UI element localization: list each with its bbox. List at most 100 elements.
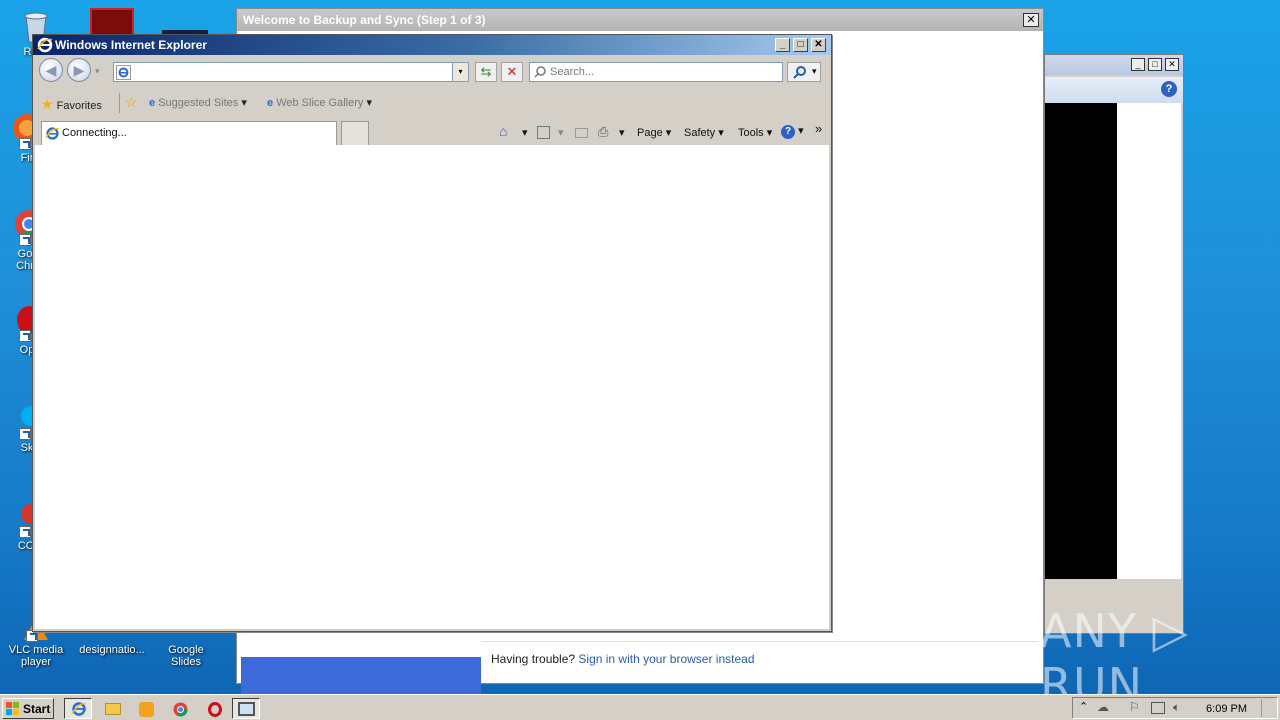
shortcut-arrow-icon — [19, 138, 31, 150]
add-to-favorites-icon[interactable]: ☆ — [125, 94, 138, 111]
tab-connecting[interactable]: Connecting... — [41, 121, 337, 145]
window-title: Welcome to Backup and Sync (Step 1 of 3) — [237, 9, 1043, 31]
show-hidden-icons-button[interactable]: ⌃ — [1079, 700, 1088, 713]
taskbar-backup-sync-button[interactable] — [232, 698, 260, 719]
tab-bar: Connecting... ⌂ ▾ ▾ ⎙ ▾ Page ▾ Safety ▾ … — [33, 119, 831, 145]
suggested-sites-label: Suggested Sites — [158, 97, 239, 109]
ie-logo-icon — [37, 37, 53, 53]
refresh-button[interactable]: ⇆ — [475, 62, 497, 82]
folder-icon — [105, 703, 121, 715]
star-icon: ★ — [41, 96, 54, 112]
shortcut-arrow-icon — [19, 428, 31, 440]
address-bar[interactable]: ▾ — [113, 62, 469, 82]
clock[interactable]: 6:09 PM — [1206, 703, 1247, 715]
search-input[interactable]: Search... — [529, 62, 783, 82]
taskbar-media-player-button[interactable] — [132, 698, 160, 719]
favorites-bar: ★ Favorites ☆ e Suggested Sites ▾ e Web … — [33, 87, 831, 119]
close-button[interactable]: ✕ — [1165, 58, 1179, 71]
favorites-button[interactable]: ★ Favorites — [41, 96, 102, 113]
window-app-icon — [238, 702, 255, 716]
chevron-down-icon: ▾ — [718, 127, 724, 139]
action-center-flag-icon[interactable]: ⚐ — [1129, 700, 1140, 714]
maximize-button[interactable]: □ — [793, 38, 808, 52]
background-dialog-toolbar: ? — [1045, 77, 1183, 103]
ie-logo-icon — [71, 701, 87, 720]
safety-menu[interactable]: Safety ▾ — [684, 126, 724, 139]
shortcut-arrow-icon — [19, 234, 31, 246]
volume-icon[interactable]: 🔈︎ — [1173, 700, 1180, 715]
black-panel — [1045, 103, 1117, 579]
desktop-icon-label: Go Chr — [16, 248, 34, 272]
chevron-down-icon: ▾ — [366, 97, 372, 109]
desktop-icon-label: VLC media player — [8, 644, 64, 668]
desktop-icon-designnation[interactable]: designnatio... — [76, 630, 148, 656]
search-placeholder: Search... — [550, 66, 595, 78]
minimize-button[interactable]: _ — [775, 38, 790, 52]
shortcut-arrow-icon — [19, 330, 31, 342]
upload-icon[interactable]: ☁ — [1097, 700, 1109, 714]
suggested-sites-link[interactable]: e Suggested Sites ▾ — [149, 96, 247, 109]
tools-menu[interactable]: Tools ▾ — [738, 126, 772, 139]
chevron-down-icon: ▾ — [798, 125, 804, 137]
forward-button[interactable]: ▶ — [67, 58, 91, 82]
tab-label: Connecting... — [62, 127, 127, 139]
search-icon — [534, 66, 546, 78]
chrome-icon — [173, 702, 188, 720]
favorites-label: Favorites — [56, 100, 102, 112]
chevron-down-icon: ▾ — [241, 97, 247, 109]
toolbar-overflow-chevron[interactable]: » — [815, 121, 822, 136]
back-button[interactable]: ◀ — [39, 58, 63, 82]
safety-menu-label: Safety — [684, 127, 716, 139]
help-icon[interactable]: ? — [1161, 81, 1177, 97]
chrome-icon — [5, 206, 43, 246]
close-button[interactable]: ✕ — [811, 38, 826, 52]
shortcut-arrow-icon — [19, 526, 31, 538]
search-options-arrow[interactable]: ▾ — [812, 66, 817, 77]
home-button[interactable]: ⌂ — [499, 123, 507, 139]
stop-button[interactable]: ✕ — [501, 62, 523, 82]
close-button[interactable]: ✕ — [1023, 13, 1039, 27]
web-slice-gallery-label: Web Slice Gallery — [276, 97, 364, 109]
taskbar-opera-button[interactable] — [200, 698, 228, 719]
page-menu-label: Page — [637, 127, 663, 139]
taskbar-ie-button[interactable] — [64, 698, 92, 719]
print-dropdown[interactable]: ▾ — [619, 126, 625, 139]
navigation-bar: ◀ ▶ ▾ ▾ ⇆ ✕ Search... ▾ — [33, 55, 831, 87]
home-dropdown[interactable]: ▾ — [522, 126, 528, 139]
print-icon[interactable]: ⎙ — [598, 124, 608, 140]
web-slice-gallery-link[interactable]: e Web Slice Gallery ▾ — [267, 96, 372, 109]
feeds-dropdown[interactable]: ▾ — [558, 126, 564, 139]
system-tray: ⌃ ☁ ⚐ 🔈︎ 6:09 PM — [1072, 697, 1278, 719]
taskbar: Start ⌃ ☁ ⚐ 🔈︎ 6:09 PM — [0, 694, 1280, 720]
mail-icon[interactable] — [575, 128, 588, 138]
ie-titlebar: Windows Internet Explorer _ □ ✕ — [33, 35, 831, 55]
firefox-icon — [5, 110, 41, 150]
start-button[interactable]: Start — [2, 698, 54, 719]
skype-icon — [5, 400, 41, 440]
page-menu[interactable]: Page ▾ — [637, 126, 671, 139]
show-desktop-button[interactable] — [1261, 699, 1275, 717]
sign-in-browser-link[interactable]: Sign in with your browser instead — [578, 652, 754, 666]
help-menu[interactable]: ? ▾ — [781, 124, 804, 139]
feeds-icon[interactable] — [537, 126, 550, 139]
taskbar-chrome-button[interactable] — [166, 698, 194, 719]
windows-logo-icon — [6, 702, 20, 716]
taskbar-explorer-button[interactable] — [98, 698, 126, 719]
help-icon: ? — [781, 125, 795, 139]
minimize-button[interactable]: _ — [1131, 58, 1145, 71]
page-icon — [116, 65, 131, 80]
ie-page-icon — [45, 126, 60, 141]
page-content-area[interactable] — [35, 145, 829, 629]
ccleaner-icon — [5, 498, 41, 538]
recent-pages-dropdown[interactable]: ▾ — [95, 66, 100, 77]
acrobat-icon[interactable] — [90, 8, 134, 36]
address-dropdown-button[interactable]: ▾ — [452, 63, 468, 81]
maximize-button[interactable]: □ — [1148, 58, 1162, 71]
network-icon[interactable] — [1151, 702, 1165, 714]
tools-menu-label: Tools — [738, 127, 764, 139]
background-dialog-window: _ □ ✕ ? — [1044, 54, 1184, 634]
desktop-icon-google-slides[interactable]: Google Slides — [152, 630, 220, 668]
search-go-button[interactable]: ▾ — [787, 62, 821, 82]
desktop-icon-label: Google Slides — [168, 644, 204, 668]
new-tab-button[interactable] — [341, 121, 369, 145]
